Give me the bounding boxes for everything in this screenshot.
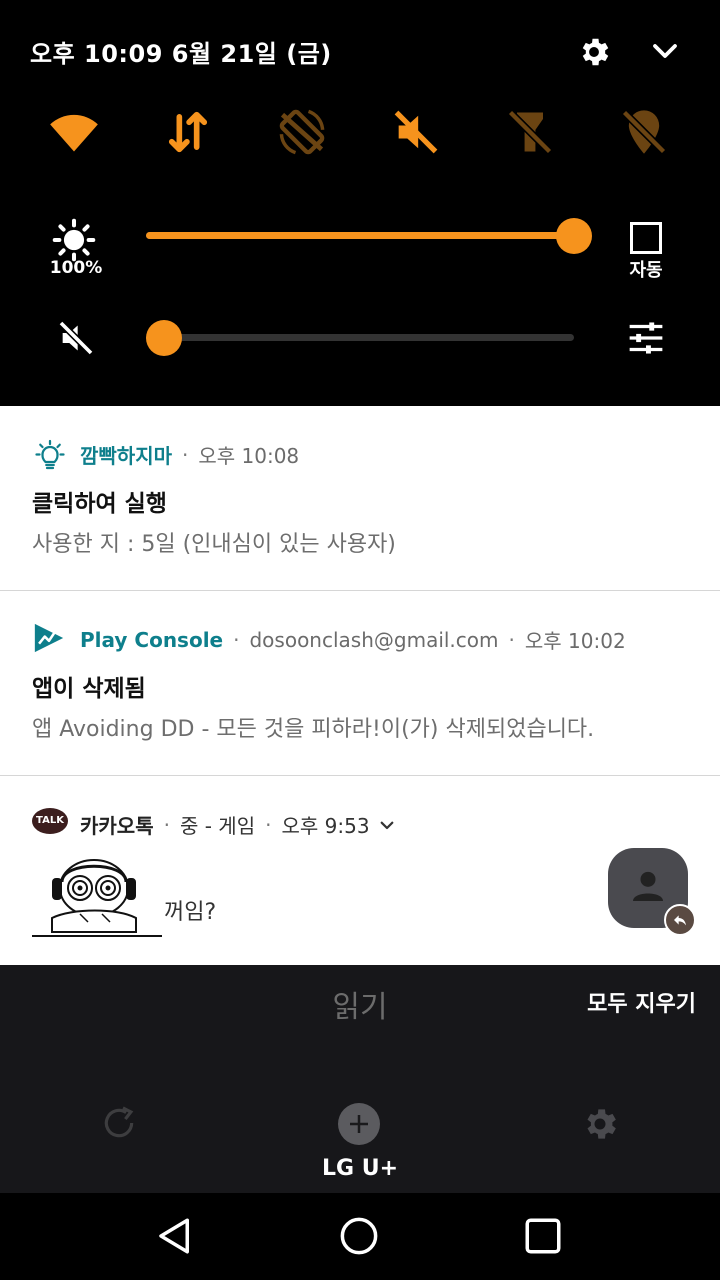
- quick-settings-panel: 오후 10:09 6월 21일 (금) 100% 자동: [0, 0, 720, 406]
- sound-off-icon: [394, 110, 438, 154]
- notification-title: 앱이 삭제됨: [32, 676, 146, 702]
- notification-account: dosoonclash@gmail.com: [249, 627, 499, 652]
- play-console-icon: [34, 623, 64, 653]
- chevron-down-icon[interactable]: [650, 36, 680, 66]
- brightness-slider-thumb[interactable]: [556, 218, 592, 254]
- status-datetime: 오후 10:09 6월 21일 (금): [30, 40, 332, 68]
- brightness-slider[interactable]: [146, 232, 574, 239]
- back-icon[interactable]: [154, 1215, 196, 1257]
- location-tile[interactable]: [618, 106, 670, 158]
- notification-title: 클릭하여 실행: [32, 491, 167, 517]
- flashlight-tile[interactable]: [504, 106, 556, 158]
- brightness-percent: 100%: [49, 258, 103, 278]
- sound-tile[interactable]: [390, 106, 442, 158]
- message-text: 꺼임?: [164, 900, 217, 925]
- auto-brightness-checkbox[interactable]: [630, 222, 662, 254]
- kakaotalk-badge-label: TALK: [36, 815, 64, 826]
- expand-chevron-icon[interactable]: [378, 816, 396, 834]
- brightness-slider-fill: [146, 232, 574, 239]
- volume-slider-thumb[interactable]: [146, 320, 182, 356]
- notification-app-name: 깜빡하지마: [80, 444, 172, 468]
- location-off-icon: [621, 109, 667, 155]
- notification-header: Play Console · dosoonclash@gmail.com · 오…: [80, 625, 626, 654]
- auto-brightness-label: 자동: [629, 260, 663, 281]
- notification-time: 오후 9:53: [281, 814, 370, 838]
- home-icon[interactable]: [338, 1215, 380, 1257]
- recent-apps-icon[interactable]: [522, 1215, 564, 1257]
- plus-icon: [350, 1115, 368, 1133]
- notification-time: 오후 10:02: [524, 629, 626, 653]
- flashlight-off-icon: [507, 109, 553, 155]
- rotate-off-icon: [279, 109, 325, 155]
- notification-play-console[interactable]: Play Console · dosoonclash@gmail.com · 오…: [0, 591, 720, 775]
- lightbulb-icon: [35, 439, 65, 470]
- sound-settings-icon[interactable]: [626, 320, 666, 356]
- notification-header: 카카오톡 · 중 - 게임 · 오후 9:53: [80, 810, 396, 839]
- notification-text: 앱 Avoiding DD - 모든 것을 피하라!이(가) 삭제되었습니다.: [32, 717, 595, 742]
- navigation-bar: [0, 1193, 720, 1280]
- person-icon: [633, 871, 663, 901]
- notification-app-name: 카카오톡: [80, 814, 154, 838]
- wifi-tile[interactable]: [48, 106, 100, 158]
- notification-header: 깜빡하지마 · 오후 10:08: [80, 440, 299, 469]
- wifi-icon: [50, 114, 98, 152]
- refresh-icon[interactable]: [100, 1104, 138, 1142]
- reply-icon: [674, 915, 686, 926]
- notification-text: 사용한 지 : 5일 (인내심이 있는 사용자): [32, 532, 396, 557]
- clear-all-button[interactable]: 모두 지우기: [587, 986, 696, 1018]
- sticker-image: [32, 859, 162, 937]
- notification-time: 오후 10:08: [198, 444, 300, 468]
- mobile-data-tile[interactable]: [162, 106, 214, 158]
- notification-blink[interactable]: 깜빡하지마 · 오후 10:08 클릭하여 실행 사용한 지 : 5일 (인내심…: [0, 406, 720, 590]
- notification-kakaotalk[interactable]: TALK 카카오톡 · 중 - 게임 · 오후 9:53 꺼임?: [0, 776, 720, 965]
- notification-channel: 중 - 게임: [179, 814, 256, 838]
- carrier-label: LG U+: [321, 1156, 399, 1181]
- kakaotalk-icon: TALK: [32, 808, 68, 834]
- reply-button[interactable]: [664, 904, 696, 936]
- volume-muted-icon[interactable]: [56, 318, 96, 358]
- notification-settings-icon[interactable]: [580, 1104, 620, 1144]
- add-button[interactable]: [338, 1103, 380, 1145]
- brightness-icon: [52, 218, 96, 262]
- mobile-data-icon: [168, 111, 208, 153]
- volume-slider[interactable]: [146, 334, 574, 341]
- settings-gear-icon[interactable]: [576, 34, 612, 70]
- auto-rotate-tile[interactable]: [276, 106, 328, 158]
- notification-app-name: Play Console: [80, 627, 224, 652]
